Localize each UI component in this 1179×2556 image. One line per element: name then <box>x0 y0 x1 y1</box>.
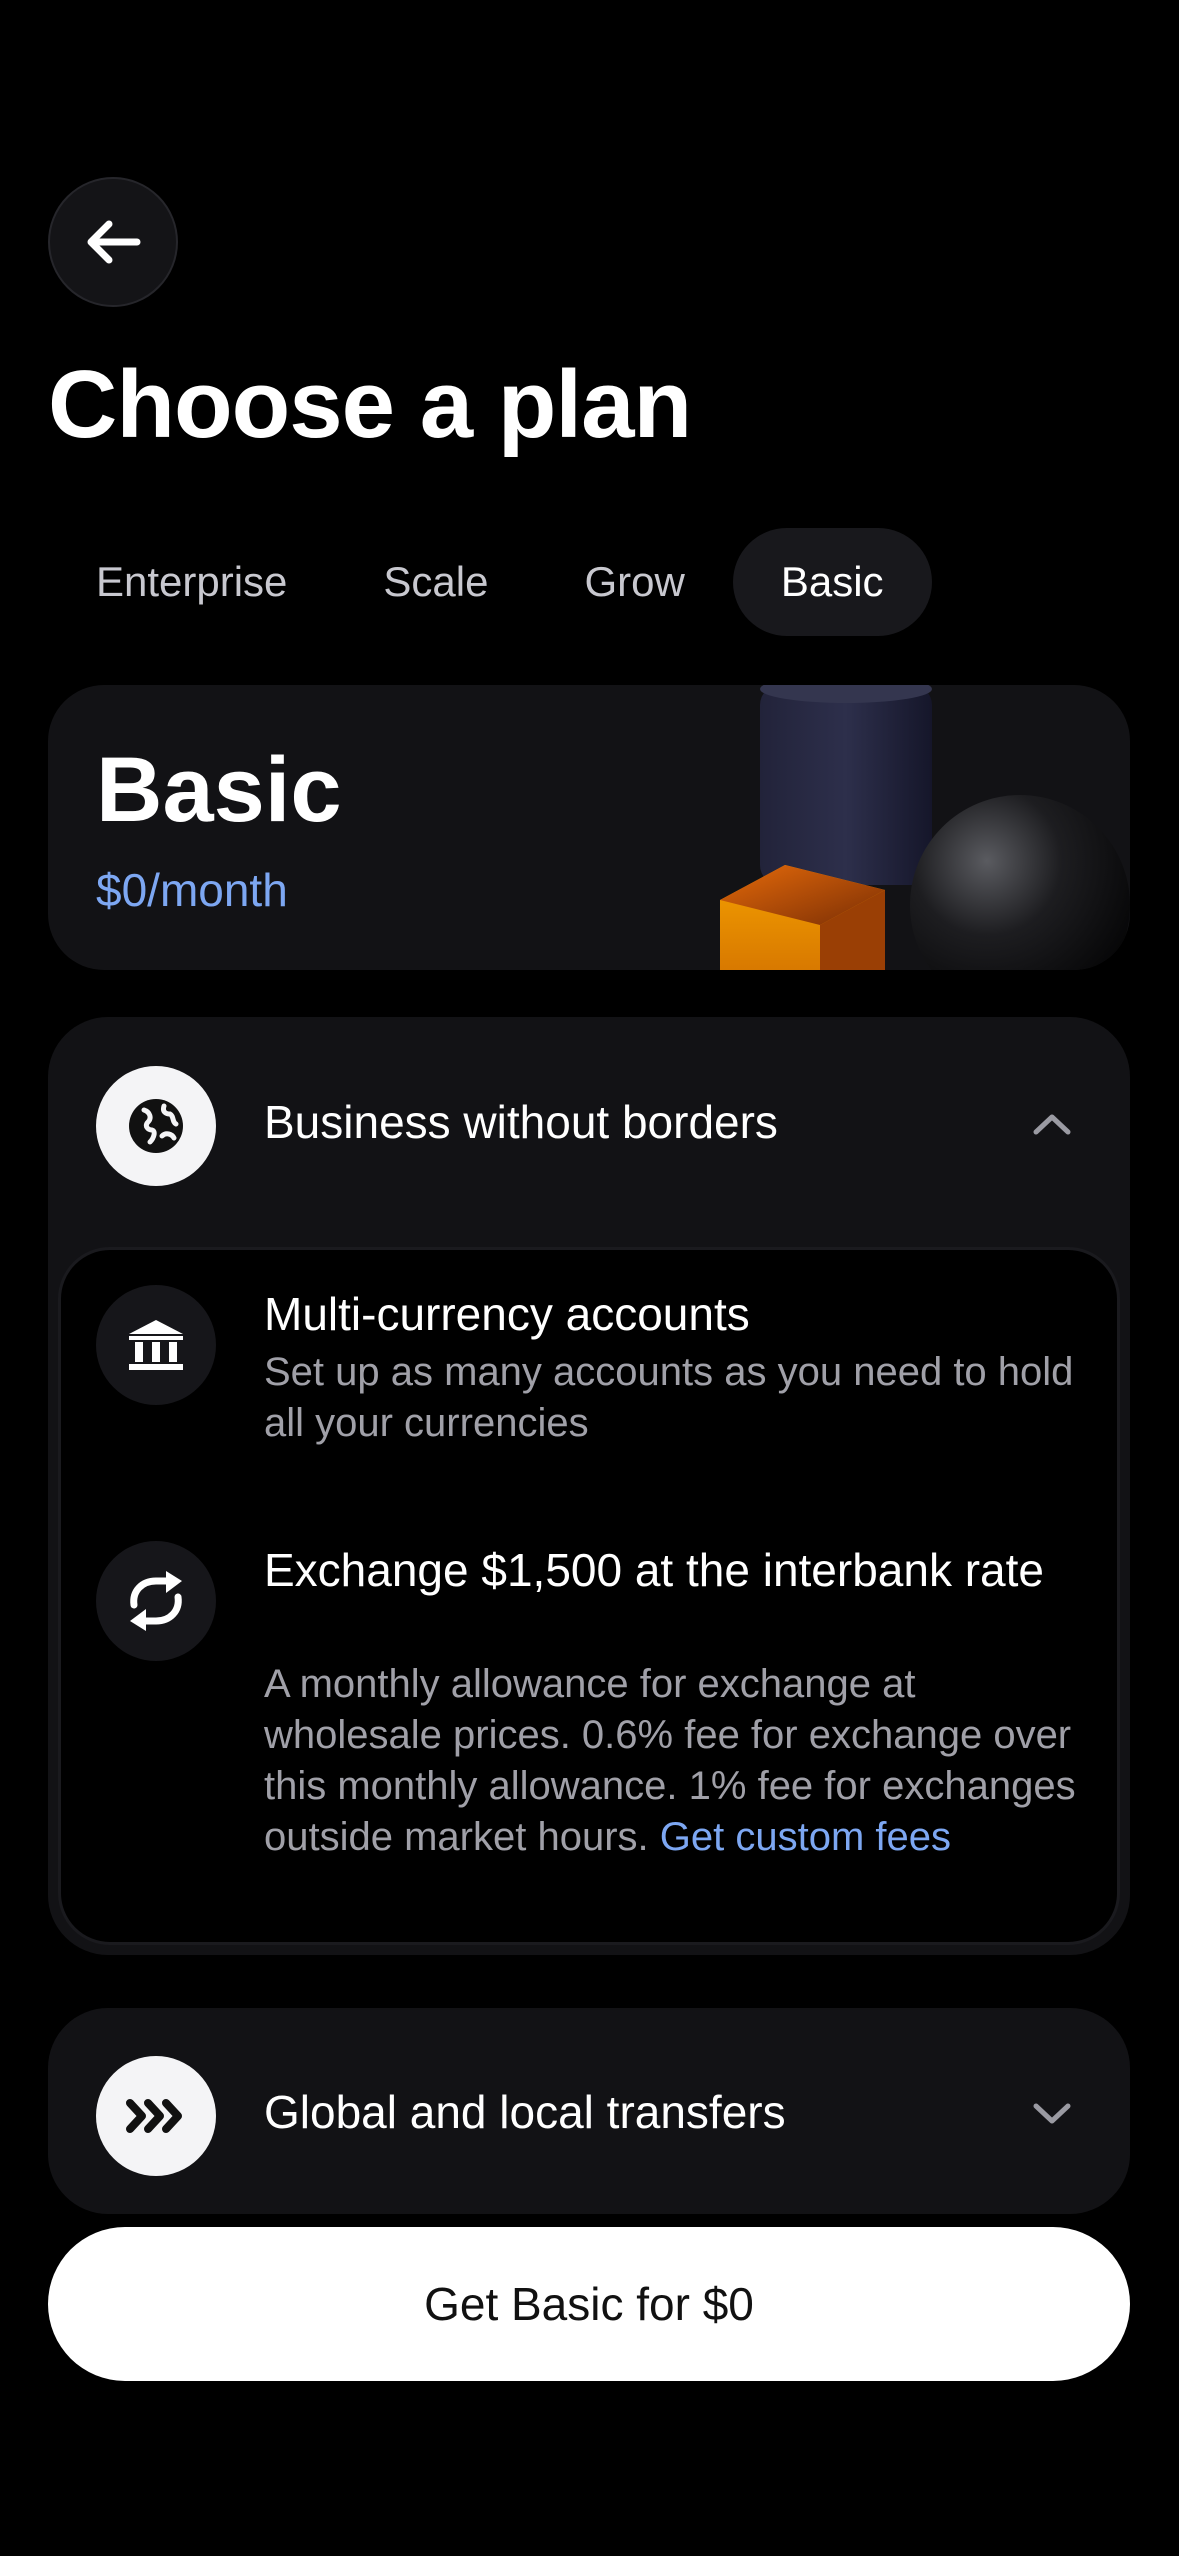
feature-description: A monthly allowance for exchange at whol… <box>264 1659 1094 1863</box>
section-business-without-borders: Business without borders Multi-currency … <box>48 1017 1130 1955</box>
bank-icon <box>129 1320 183 1370</box>
section-header[interactable]: Business without borders <box>48 1017 1130 1227</box>
exchange-icon <box>130 1571 182 1631</box>
section-global-local-transfers: Global and local transfers <box>48 2008 1130 2214</box>
exchange-icon-badge <box>96 1541 216 1661</box>
tab-grow[interactable]: Grow <box>536 528 732 636</box>
back-button[interactable] <box>48 177 178 307</box>
chevron-up-icon[interactable] <box>1032 1112 1072 1136</box>
arrow-left-icon <box>87 220 141 264</box>
plan-tabs: Enterprise Scale Grow Basic <box>48 528 932 636</box>
feature-description: Set up as many accounts as you need to h… <box>264 1350 1074 1445</box>
globe-icon-badge <box>96 1066 216 1186</box>
plan-name: Basic <box>96 739 342 841</box>
globe-icon <box>129 1099 183 1153</box>
section-title: Global and local transfers <box>264 2086 786 2138</box>
chevron-down-icon[interactable] <box>1032 2102 1072 2126</box>
page-title: Choose a plan <box>48 351 692 458</box>
plan-illustration <box>720 685 1130 970</box>
plan-card: Basic $0/month <box>48 685 1130 970</box>
section-title: Business without borders <box>264 1096 778 1148</box>
bank-icon-badge <box>96 1285 216 1405</box>
transfers-icon <box>126 2099 182 2133</box>
tab-enterprise[interactable]: Enterprise <box>48 528 335 636</box>
feature-title: Multi-currency accounts <box>264 1288 750 1340</box>
section-header[interactable]: Global and local transfers <box>48 2008 1130 2214</box>
get-custom-fees-link[interactable]: Get custom fees <box>660 1815 951 1859</box>
features-list: Multi-currency accounts Set up as many a… <box>58 1247 1120 1945</box>
plan-price: $0/month <box>96 864 288 916</box>
tab-basic[interactable]: Basic <box>732 528 932 636</box>
get-basic-button[interactable]: Get Basic for $0 <box>48 2227 1130 2381</box>
tab-scale[interactable]: Scale <box>335 528 536 636</box>
transfers-icon-badge <box>96 2056 216 2176</box>
feature-title: Exchange $1,500 at the interbank rate <box>264 1544 1045 1596</box>
